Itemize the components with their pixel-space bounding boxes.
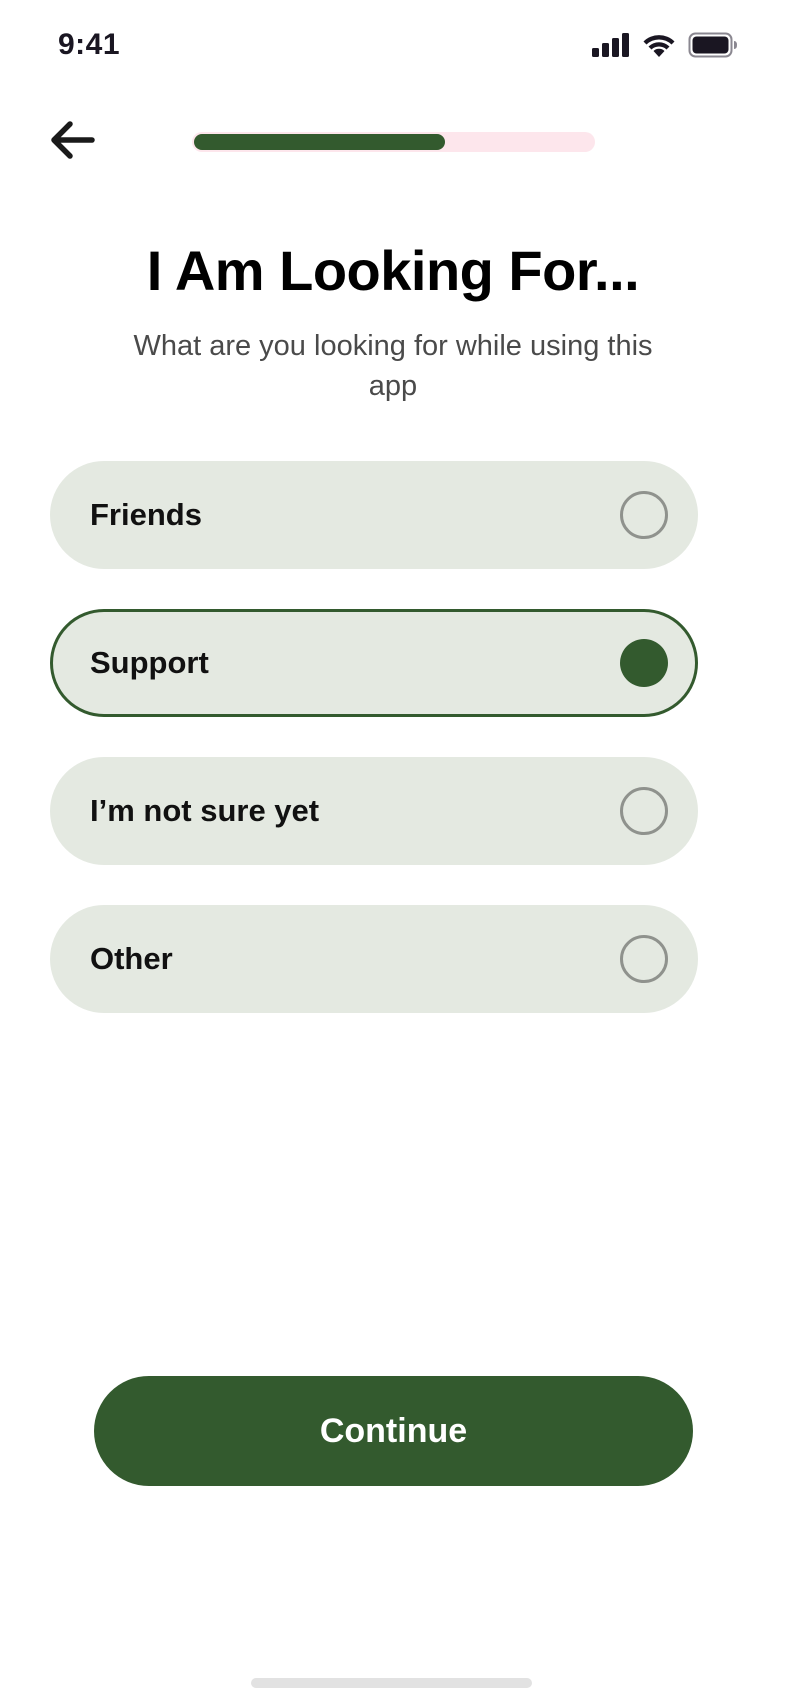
wifi-icon bbox=[642, 33, 676, 63]
status-bar: 9:41 bbox=[0, 0, 786, 92]
option-label: I’m not sure yet bbox=[90, 793, 320, 828]
page-title: I Am Looking For... bbox=[146, 239, 640, 302]
radio-button[interactable] bbox=[620, 787, 668, 835]
option-label: Support bbox=[90, 645, 209, 680]
status-icons bbox=[592, 32, 738, 63]
progress-fill bbox=[194, 134, 445, 150]
continue-button[interactable]: Continue bbox=[94, 1376, 693, 1486]
option-label: Friends bbox=[90, 497, 202, 532]
option-label: Other bbox=[90, 941, 173, 976]
status-time: 9:41 bbox=[58, 28, 121, 61]
radio-button[interactable] bbox=[620, 935, 668, 983]
arrow-left-icon bbox=[48, 119, 96, 166]
option-friends[interactable]: Friends bbox=[50, 461, 698, 569]
radio-button[interactable] bbox=[620, 639, 668, 687]
page-subtitle: What are you looking for while using thi… bbox=[133, 330, 653, 402]
back-button[interactable] bbox=[44, 116, 100, 168]
continue-label: Continue bbox=[319, 1411, 468, 1450]
cellular-signal-icon bbox=[592, 33, 630, 62]
battery-icon bbox=[688, 32, 738, 63]
radio-button[interactable] bbox=[620, 491, 668, 539]
option-support[interactable]: Support bbox=[50, 609, 698, 717]
progress-bar bbox=[192, 132, 595, 152]
option-not-sure-yet[interactable]: I’m not sure yet bbox=[50, 757, 698, 865]
onboarding-screen: 9:41 I Am Looking For... What are you lo… bbox=[0, 0, 786, 1704]
home-indicator bbox=[251, 1678, 532, 1688]
option-other[interactable]: Other bbox=[50, 905, 698, 1013]
